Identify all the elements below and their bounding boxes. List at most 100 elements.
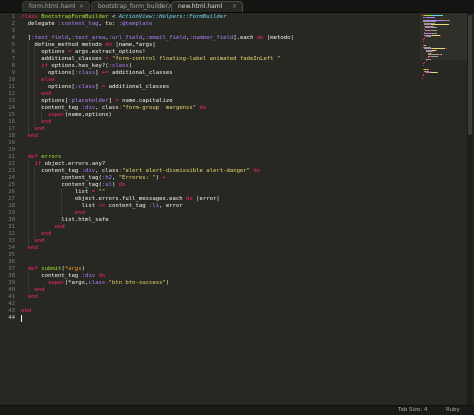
- code-token: content_tag: [21, 168, 82, 174]
- code-token: if: [21, 161, 41, 167]
- code-editor[interactable]: 1234567891011121314151617181920212223242…: [0, 13, 474, 405]
- code-token: content_tag(: [21, 182, 102, 188]
- code-token: "btn btn-success": [109, 280, 166, 286]
- code-token: BootstrapFormBuilder: [41, 14, 108, 20]
- line-number: 16: [0, 119, 15, 126]
- line-number: 29: [0, 210, 15, 217]
- code-line-text: define_method metodo do |name,*args|: [21, 42, 156, 49]
- code-line-text: content_tag(:h2, "Errores: ") +: [21, 175, 166, 182]
- indent-guide: [28, 35, 29, 133]
- code-line-text: list << content_tag :li, error: [21, 203, 183, 210]
- code-line-text: end: [21, 231, 51, 238]
- code-line-text: end: [21, 245, 38, 252]
- tab-close-icon[interactable]: ×: [232, 3, 237, 10]
- code-token: "alert alert-dismissible alert-danger": [122, 168, 250, 174]
- vertical-scrollbar[interactable]: [467, 13, 473, 405]
- line-number: 14: [0, 105, 15, 112]
- code-token: +=: [102, 70, 109, 76]
- code-line-text: end: [21, 238, 45, 245]
- code-token: end: [21, 308, 31, 314]
- line-number: 25: [0, 182, 15, 189]
- code-token: ]: [95, 84, 102, 90]
- minimap-line: [426, 60, 427, 61]
- minimap-line: [431, 30, 437, 31]
- line-number: 5: [0, 42, 15, 49]
- code-line-text: options = args.extract_options!: [21, 49, 146, 56]
- code-token: :ul: [102, 182, 112, 188]
- code-token: options[: [21, 70, 75, 76]
- code-token: additional_classes: [109, 70, 173, 76]
- line-number: 8: [0, 63, 15, 70]
- code-line-text: def submit(*args): [21, 266, 85, 273]
- code-token: end: [21, 119, 51, 125]
- code-token: end: [21, 287, 45, 293]
- syntax-indicator[interactable]: Ruby: [446, 407, 460, 413]
- minimap-line: [423, 75, 424, 76]
- line-number: 12: [0, 91, 15, 98]
- line-number: 4: [0, 35, 15, 42]
- code-token: :class: [109, 63, 129, 69]
- tab-bar: form.html.haml×bootstrap_form_builder.rb…: [0, 0, 474, 13]
- tab-1[interactable]: bootstrap_form_builder.rb×: [91, 1, 170, 12]
- code-token: *args: [65, 266, 82, 272]
- code-token: end: [21, 245, 38, 251]
- code-line-text: content_tag(:ul) do: [21, 182, 125, 189]
- line-number: 43: [0, 308, 15, 315]
- code-token: :h2: [102, 175, 112, 181]
- code-token: :text_field: [31, 35, 68, 41]
- code-token: end: [21, 231, 51, 237]
- code-token: :class: [75, 70, 95, 76]
- scrollbar-thumb[interactable]: [468, 15, 472, 135]
- code-token: [: [21, 35, 31, 41]
- line-number: 40: [0, 287, 15, 294]
- code-token: do: [119, 182, 126, 188]
- line-number: 23: [0, 168, 15, 175]
- code-token: , class: [95, 168, 119, 174]
- code-token: , to:: [98, 21, 118, 27]
- minimap-line: [431, 27, 437, 28]
- text-cursor: [21, 315, 22, 322]
- code-area[interactable]: class BootstrapFormBuilder < ActionView:…: [21, 13, 421, 405]
- code-token: list: [21, 203, 98, 209]
- tab-2[interactable]: new.html.haml×: [171, 1, 243, 12]
- minimap-line: [436, 56, 438, 57]
- tab-0[interactable]: form.html.haml×: [22, 1, 90, 12]
- code-token: :number_field: [189, 35, 233, 41]
- code-token: object.errors.any?: [41, 161, 105, 167]
- code-token: ]: [95, 70, 102, 76]
- code-line-text: options[:placeholder] = name.capitalize: [21, 98, 173, 105]
- line-number: 9: [0, 70, 15, 77]
- code-line-text: options[:class] += additional_classes: [21, 70, 173, 77]
- line-number: 41: [0, 294, 15, 301]
- code-token: :div: [82, 273, 95, 279]
- code-token: ActionView::Helpers::FormBuilder: [119, 14, 227, 20]
- code-token: class: [88, 280, 105, 286]
- tab-size-indicator[interactable]: Tab Size: 4: [398, 407, 427, 413]
- code-token: "form-control floating-label animated fa…: [109, 56, 281, 62]
- code-token: do: [196, 105, 206, 111]
- line-number: 39: [0, 280, 15, 287]
- code-token: |error|: [193, 196, 220, 202]
- line-number: 44: [0, 315, 15, 322]
- tab-close-icon[interactable]: ×: [79, 3, 84, 10]
- code-line-text: object.errors.full_messages.each do |err…: [21, 196, 220, 203]
- line-number: 36: [0, 259, 15, 266]
- code-token: |metodo|: [264, 35, 294, 41]
- minimap-line: [447, 20, 450, 21]
- code-token: end: [21, 126, 45, 132]
- code-token: additional_classes: [105, 84, 169, 90]
- line-number: 31: [0, 224, 15, 231]
- code-token: do: [186, 196, 193, 202]
- minimap[interactable]: [420, 13, 474, 83]
- tab-close-icon[interactable]: ×: [159, 3, 164, 10]
- code-token: def: [21, 154, 41, 160]
- code-token: else: [21, 77, 55, 83]
- minimap-line: [423, 65, 424, 66]
- line-number: 38: [0, 273, 15, 280]
- code-token: end: [21, 238, 45, 244]
- line-number: 6: [0, 49, 15, 56]
- code-token: end: [21, 210, 85, 216]
- code-token: :text_area: [72, 35, 106, 41]
- code-token: do: [95, 273, 105, 279]
- code-token: ): [166, 280, 169, 286]
